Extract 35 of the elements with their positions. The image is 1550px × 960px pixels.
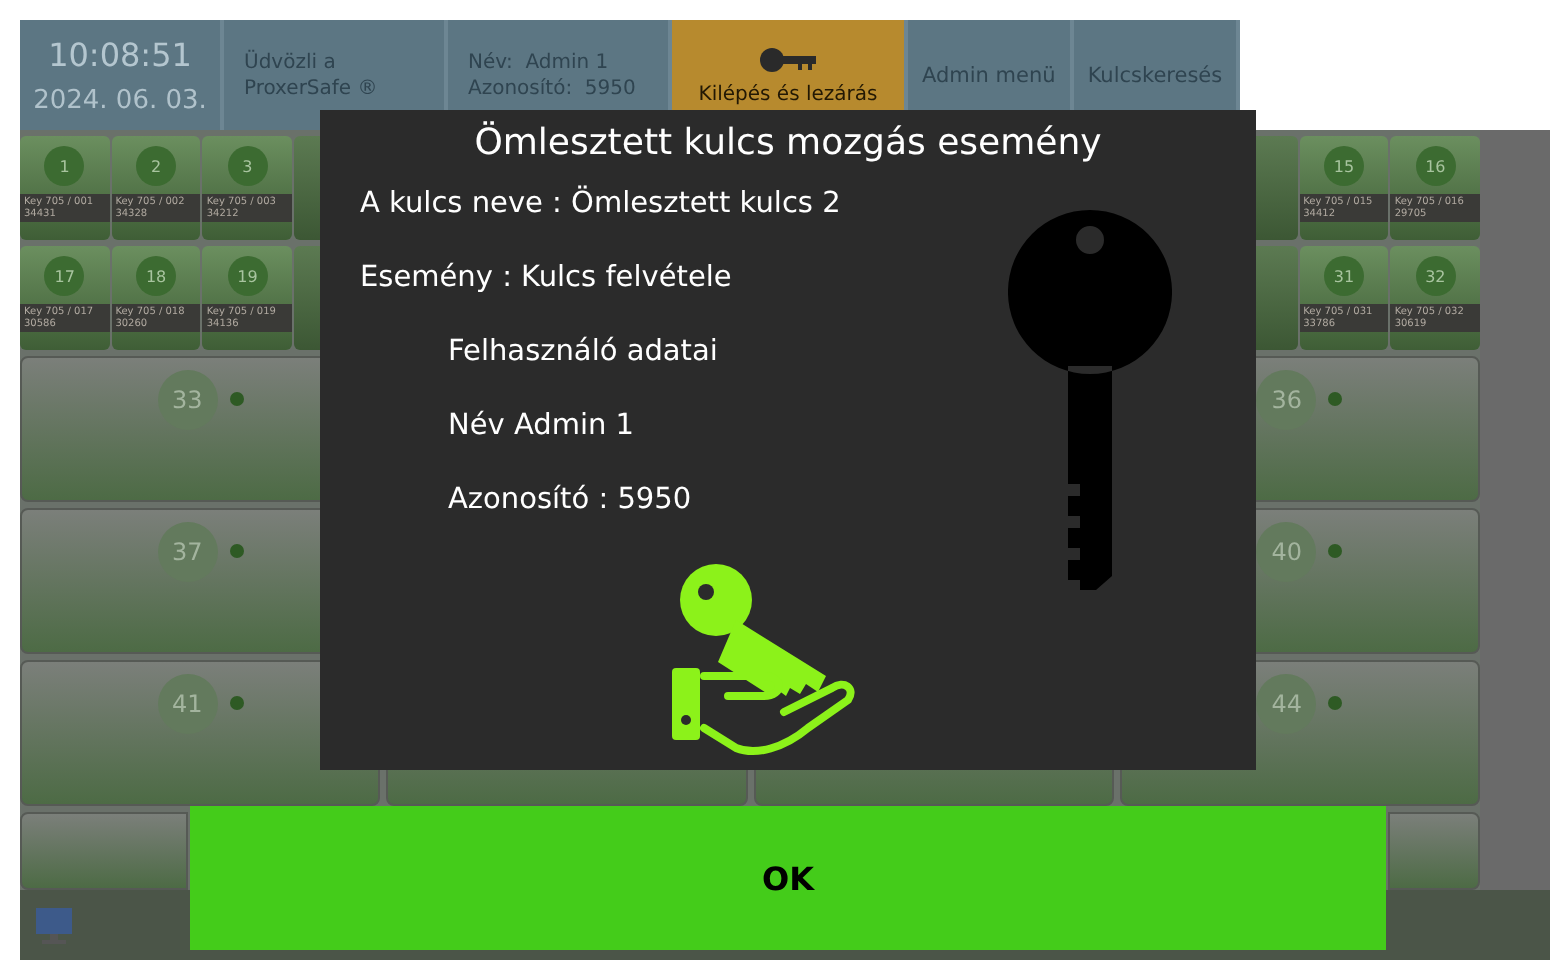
dialog-line: Azonosító : 5950 (446, 484, 694, 520)
ok-button[interactable]: OK (190, 806, 1386, 950)
key-slot[interactable] (20, 812, 188, 890)
slot-number: 36 (1256, 370, 1317, 430)
status-dot (1328, 392, 1343, 406)
slot-number: 44 (1256, 674, 1317, 734)
slot-number: 17 (44, 256, 85, 296)
slot-number: 33 (157, 370, 218, 430)
status-dot (229, 392, 244, 406)
slot-number: 37 (157, 522, 218, 582)
status-dot (1328, 696, 1343, 710)
slot-number: 16 (1415, 146, 1456, 186)
slot-number: 40 (1256, 522, 1317, 582)
slot-number: 19 (227, 256, 268, 296)
dialog-line: Esemény : Kulcs felvétele (360, 262, 734, 298)
dialog-line: Felhasználó adatai (446, 336, 720, 372)
slot-number: 2 (136, 146, 177, 186)
slot-number: 32 (1415, 256, 1456, 296)
slot-number: 41 (157, 674, 218, 734)
key-icon (758, 45, 818, 73)
clock-time: 10:08:51 (48, 35, 192, 73)
status-dot (1328, 544, 1343, 558)
dialog-line: A kulcs neve : Ömlesztett kulcs 2 (360, 188, 843, 224)
slot-number: 18 (136, 256, 177, 296)
slot-number: 1 (44, 146, 85, 186)
monitor-icon (32, 903, 76, 947)
status-dot (229, 696, 244, 710)
key-slot[interactable] (1388, 812, 1480, 890)
slot-number: 3 (227, 146, 268, 186)
key-icon (1008, 210, 1172, 590)
status-dot (229, 544, 244, 558)
dialog-line: Név Admin 1 (446, 410, 637, 446)
slot-number: 31 (1323, 256, 1364, 296)
slot-number: 15 (1323, 146, 1364, 186)
clock-date: 2024. 06. 03. (33, 85, 207, 115)
